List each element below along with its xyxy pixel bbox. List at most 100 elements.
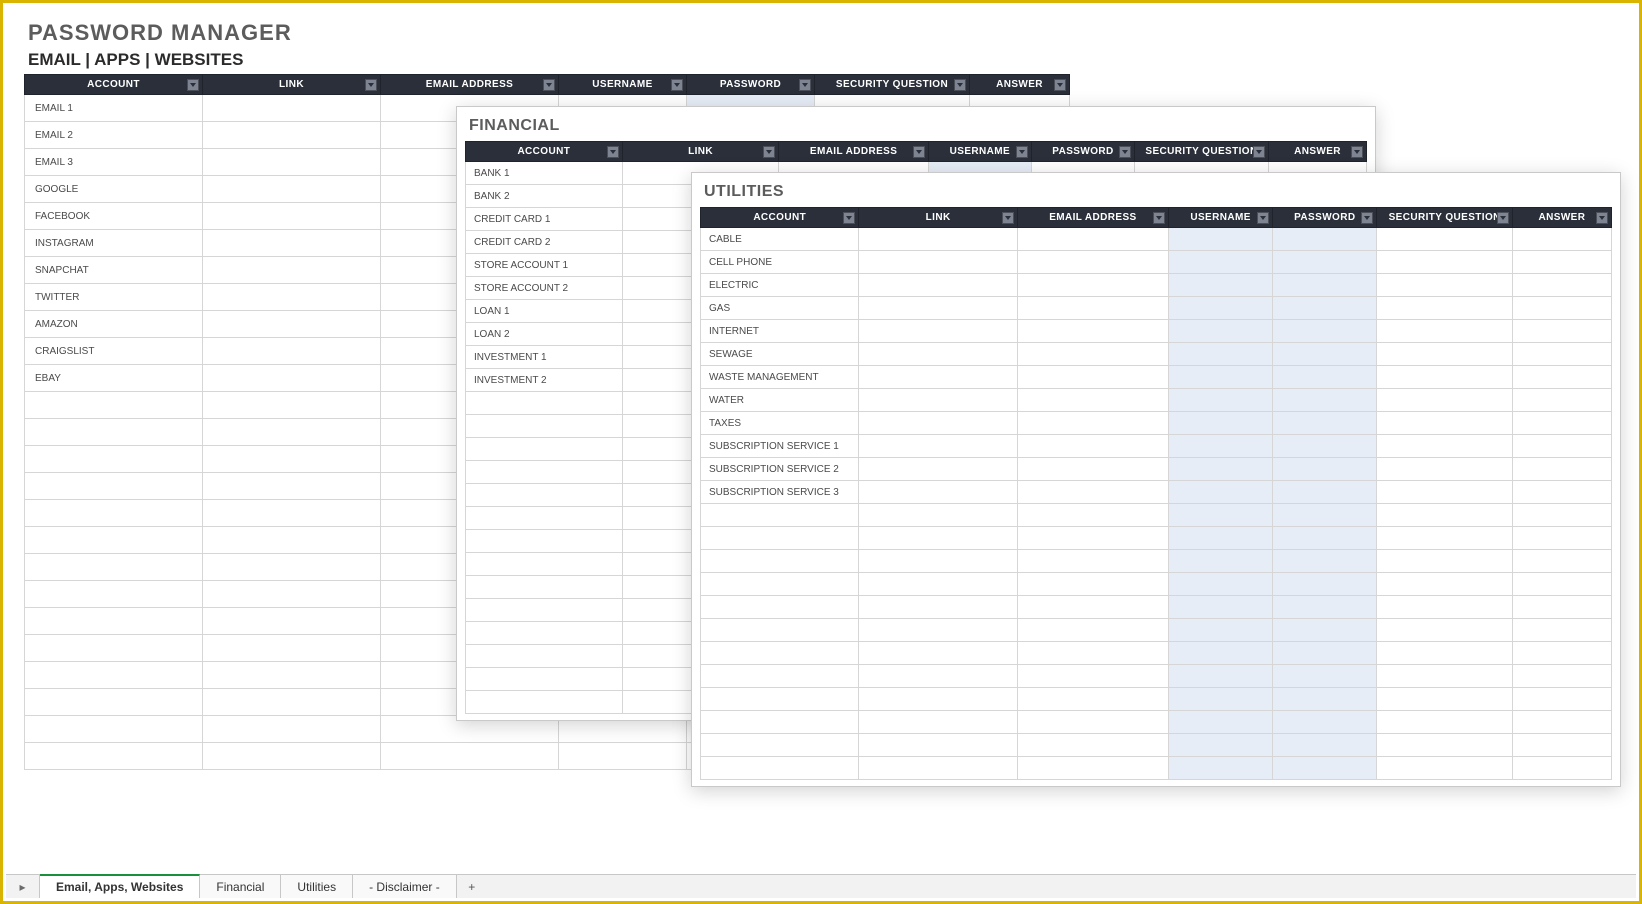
table-cell[interactable] — [859, 665, 1017, 688]
table-cell[interactable]: TWITTER — [25, 284, 203, 311]
table-cell[interactable] — [1512, 343, 1611, 366]
table-cell[interactable] — [203, 500, 381, 527]
table-cell[interactable] — [701, 688, 859, 711]
table-cell[interactable] — [203, 608, 381, 635]
table-cell[interactable] — [859, 619, 1017, 642]
table-cell[interactable] — [25, 392, 203, 419]
table-cell[interactable] — [1273, 320, 1377, 343]
table-cell[interactable] — [466, 668, 623, 691]
column-header[interactable]: ANSWER — [970, 75, 1070, 95]
table-cell[interactable] — [701, 573, 859, 596]
table-cell[interactable] — [1017, 619, 1168, 642]
table-cell[interactable] — [701, 504, 859, 527]
table-cell[interactable]: INVESTMENT 2 — [466, 369, 623, 392]
table-cell[interactable] — [1512, 412, 1611, 435]
table-cell[interactable]: WASTE MANAGEMENT — [701, 366, 859, 389]
table-cell[interactable] — [701, 550, 859, 573]
table-cell[interactable] — [1512, 366, 1611, 389]
table-cell[interactable] — [1168, 458, 1272, 481]
table-cell[interactable] — [859, 389, 1017, 412]
table-cell[interactable] — [25, 473, 203, 500]
table-cell[interactable] — [1168, 228, 1272, 251]
table-cell[interactable] — [466, 484, 623, 507]
table-cell[interactable] — [203, 257, 381, 284]
table-cell[interactable] — [1168, 504, 1272, 527]
table-cell[interactable] — [701, 642, 859, 665]
table-cell[interactable] — [25, 446, 203, 473]
table-cell[interactable]: BANK 2 — [466, 185, 623, 208]
column-header[interactable]: LINK — [622, 142, 779, 162]
table-cell[interactable] — [859, 251, 1017, 274]
filter-dropdown-icon[interactable] — [365, 79, 377, 91]
filter-dropdown-icon[interactable] — [913, 146, 925, 158]
table-cell[interactable] — [1512, 458, 1611, 481]
table-cell[interactable] — [1168, 274, 1272, 297]
table-cell[interactable] — [1377, 596, 1513, 619]
table-cell[interactable] — [1512, 504, 1611, 527]
table-cell[interactable] — [1168, 320, 1272, 343]
table-cell[interactable] — [701, 596, 859, 619]
table-cell[interactable] — [1168, 481, 1272, 504]
table-cell[interactable] — [1512, 251, 1611, 274]
table-cell[interactable]: CRAIGSLIST — [25, 338, 203, 365]
table-cell[interactable] — [859, 435, 1017, 458]
table-cell[interactable] — [859, 573, 1017, 596]
table-cell[interactable] — [1273, 573, 1377, 596]
column-header[interactable]: PASSWORD — [687, 75, 815, 95]
table-cell[interactable] — [203, 554, 381, 581]
table-cell[interactable] — [1512, 573, 1611, 596]
table-cell[interactable] — [859, 458, 1017, 481]
table-cell[interactable] — [466, 553, 623, 576]
table-cell[interactable] — [1017, 412, 1168, 435]
table-cell[interactable]: LOAN 2 — [466, 323, 623, 346]
table-cell[interactable] — [859, 297, 1017, 320]
table-cell[interactable] — [1512, 389, 1611, 412]
table-cell[interactable] — [701, 711, 859, 734]
table-cell[interactable] — [1377, 458, 1513, 481]
table-cell[interactable] — [859, 688, 1017, 711]
filter-dropdown-icon[interactable] — [1257, 212, 1269, 224]
column-header[interactable]: USERNAME — [928, 142, 1031, 162]
sheet-tab[interactable]: Email, Apps, Websites — [40, 874, 200, 898]
table-cell[interactable] — [1377, 688, 1513, 711]
table-cell[interactable] — [1377, 412, 1513, 435]
table-cell[interactable] — [203, 662, 381, 689]
table-cell[interactable] — [1273, 665, 1377, 688]
table-cell[interactable]: LOAN 1 — [466, 300, 623, 323]
table-cell[interactable]: GAS — [701, 297, 859, 320]
column-header[interactable]: ANSWER — [1512, 208, 1611, 228]
table-cell[interactable] — [1377, 550, 1513, 573]
table-cell[interactable] — [1512, 527, 1611, 550]
table-cell[interactable] — [1017, 274, 1168, 297]
table-cell[interactable]: CREDIT CARD 2 — [466, 231, 623, 254]
table-cell[interactable]: SUBSCRIPTION SERVICE 1 — [701, 435, 859, 458]
table-cell[interactable] — [1512, 619, 1611, 642]
column-header[interactable]: USERNAME — [1168, 208, 1272, 228]
table-cell[interactable] — [25, 554, 203, 581]
table-cell[interactable]: EMAIL 1 — [25, 95, 203, 122]
table-cell[interactable] — [203, 689, 381, 716]
table-cell[interactable] — [203, 365, 381, 392]
filter-dropdown-icon[interactable] — [607, 146, 619, 158]
table-cell[interactable] — [203, 473, 381, 500]
add-sheet-button[interactable]: + — [457, 875, 487, 898]
filter-dropdown-icon[interactable] — [843, 212, 855, 224]
table-cell[interactable] — [203, 716, 381, 743]
column-header[interactable]: EMAIL ADDRESS — [1017, 208, 1168, 228]
column-header[interactable]: PASSWORD — [1031, 142, 1134, 162]
table-cell[interactable] — [859, 596, 1017, 619]
filter-dropdown-icon[interactable] — [954, 79, 966, 91]
table-cell[interactable]: CELL PHONE — [701, 251, 859, 274]
table-cell[interactable] — [466, 392, 623, 415]
table-cell[interactable]: INVESTMENT 1 — [466, 346, 623, 369]
table-cell[interactable] — [1017, 504, 1168, 527]
table-cell[interactable]: AMAZON — [25, 311, 203, 338]
table-cell[interactable] — [1017, 734, 1168, 757]
table-cell[interactable] — [1512, 665, 1611, 688]
table-cell[interactable] — [1168, 389, 1272, 412]
table-cell[interactable] — [203, 635, 381, 662]
table-cell[interactable] — [1017, 458, 1168, 481]
table-cell[interactable] — [1377, 320, 1513, 343]
table-cell[interactable] — [1512, 642, 1611, 665]
table-cell[interactable] — [1017, 228, 1168, 251]
